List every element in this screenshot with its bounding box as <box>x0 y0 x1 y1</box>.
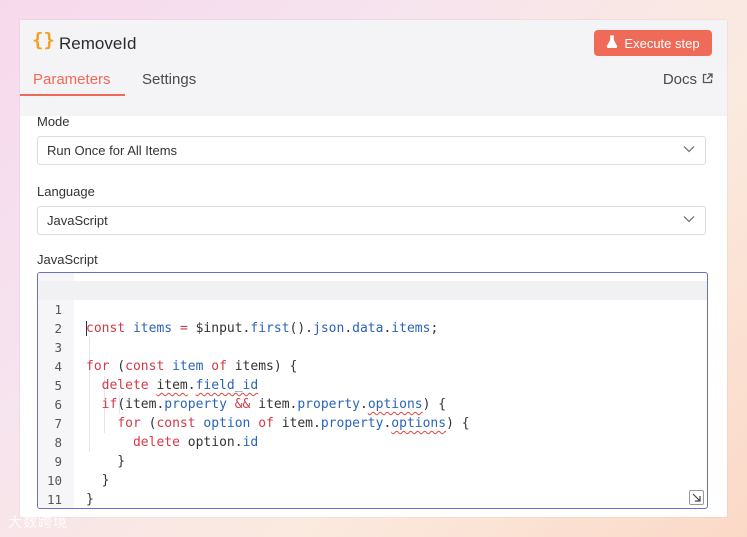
code-editor[interactable]: 1 const items = $input.first().json.data… <box>37 272 708 509</box>
code-line: 4 delete item.field_id <box>54 359 259 393</box>
code-line: 5 if(item.property && item.property.opti… <box>54 378 447 412</box>
code-label: JavaScript <box>37 252 98 267</box>
chevron-down-icon <box>683 216 695 223</box>
execute-step-button[interactable]: Execute step <box>594 30 712 56</box>
node-panel: {} RemoveId Execute step Parameters Sett… <box>20 20 727 517</box>
language-label: Language <box>37 184 95 199</box>
panel-header: {} RemoveId Execute step Parameters Sett… <box>20 20 727 116</box>
code-line: 10 } <box>46 473 94 507</box>
docs-link[interactable]: Docs <box>663 71 713 88</box>
code-line: 9 } <box>54 454 110 488</box>
code-line: 7 delete option.id <box>54 416 259 450</box>
watermark: 大数跨境 <box>8 514 68 530</box>
node-title[interactable]: RemoveId <box>59 34 136 54</box>
language-value: JavaScript <box>47 213 108 228</box>
code-line: 1 const items = $input.first().json.data… <box>54 302 439 336</box>
docs-label: Docs <box>662 71 697 88</box>
code-line: 8 } <box>54 435 126 469</box>
language-select[interactable]: JavaScript <box>37 206 706 235</box>
code-line: 6 for (const option of item.property.opt… <box>54 397 470 431</box>
active-line-highlight <box>38 281 707 300</box>
code-line: 2 <box>54 321 62 336</box>
resize-handle-icon[interactable] <box>689 490 704 505</box>
tab-settings[interactable]: Settings <box>142 71 196 88</box>
tab-parameters[interactable]: Parameters <box>33 71 111 88</box>
external-link-icon <box>702 71 713 88</box>
active-tab-indicator <box>20 94 125 96</box>
mode-label: Mode <box>37 114 70 129</box>
execute-step-label: Execute step <box>624 35 700 51</box>
flask-icon <box>606 35 618 51</box>
chevron-down-icon <box>683 146 695 153</box>
mode-value: Run Once for All Items <box>47 143 178 158</box>
code-line: 11 return { items: items }; <box>46 492 62 507</box>
code-braces-icon: {} <box>32 29 55 51</box>
mode-select[interactable]: Run Once for All Items <box>37 136 706 165</box>
code-line: 3 for (const item of items) { <box>54 340 298 374</box>
